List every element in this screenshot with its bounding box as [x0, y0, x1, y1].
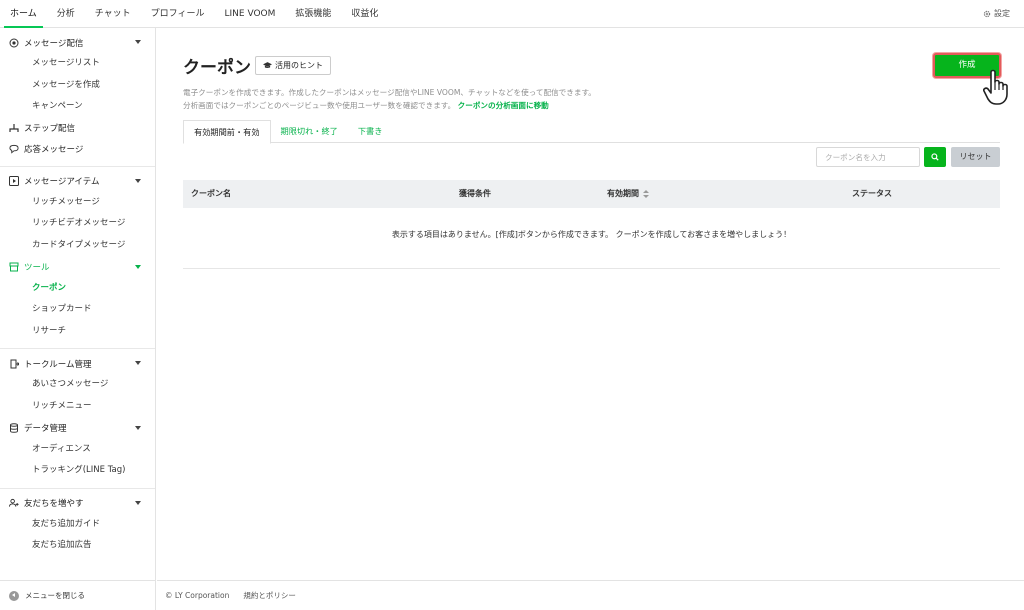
tab-drafts[interactable]: 下書き [348, 120, 393, 142]
sidebar-section-add-friends[interactable]: 友だちを増やす [0, 493, 155, 514]
sidebar-section-data[interactable]: データ管理 [0, 418, 155, 439]
sidebar-item-tracking[interactable]: トラッキング(LINE Tag) [0, 460, 155, 482]
search-button[interactable] [924, 147, 946, 167]
sidebar-section-label: トークルーム管理 [24, 359, 92, 370]
sidebar-section-label: 友だちを増やす [24, 499, 84, 510]
tab-line-voom[interactable]: LINE VOOM [215, 0, 286, 28]
hand-cursor-icon [983, 69, 1008, 105]
sidebar-section-message-items[interactable]: メッセージアイテム [0, 171, 155, 192]
column-acquisition-condition: 獲得条件 [459, 189, 491, 198]
chevron-down-icon [135, 361, 141, 366]
sidebar-section-label: ステップ配信 [24, 124, 76, 135]
policy-link[interactable]: 規約とポリシー [243, 590, 296, 601]
column-status: ステータス [852, 189, 892, 198]
sidebar-item-rich-message[interactable]: リッチメッセージ [0, 192, 155, 214]
tab-profile[interactable]: プロフィール [141, 0, 215, 28]
tab-chat[interactable]: チャット [85, 0, 141, 28]
page-description: 電子クーポンを作成できます。作成したクーポンはメッセージ配信やLINE VOOM… [183, 86, 596, 112]
sidebar-item-coupon[interactable]: クーポン [0, 278, 155, 300]
play-box-icon [9, 176, 19, 187]
description-text: 分析画面ではクーポンごとのページビュー数や使用ユーザー数を確認できます。 [183, 101, 456, 110]
collapse-icon [9, 590, 19, 601]
page-title: クーポン [183, 58, 251, 78]
search-input[interactable] [816, 147, 920, 167]
column-valid-period-sortable[interactable]: 有効期間 [607, 180, 649, 208]
hint-button[interactable]: 活用のヒント [255, 56, 331, 75]
gear-icon [983, 10, 991, 18]
sidebar-section-label: データ管理 [24, 424, 67, 435]
sidebar-section-label: メッセージアイテム [24, 177, 100, 188]
close-menu-label: メニューを閉じる [25, 591, 85, 600]
sidebar-item-create-message[interactable]: メッセージを作成 [0, 75, 155, 97]
empty-state-message: 表示する項目はありません。[作成]ボタンから作成できます。 クーポンを作成してお… [183, 208, 1000, 269]
sidebar-section-label: ツール [24, 263, 50, 274]
top-navigation: ホーム 分析 チャット プロフィール LINE VOOM 拡張機能 収益化 設定 [0, 0, 1024, 28]
broadcast-icon [9, 38, 19, 48]
sort-icon [643, 189, 649, 198]
add-user-icon [9, 498, 19, 508]
tab-extensions[interactable]: 拡張機能 [285, 0, 341, 28]
column-valid-period: 有効期間 [607, 189, 639, 198]
database-icon [9, 423, 19, 433]
step-icon [9, 123, 19, 133]
sidebar-item-rich-menu[interactable]: リッチメニュー [0, 396, 155, 418]
sidebar-item-card-message[interactable]: カードタイプメッセージ [0, 235, 155, 257]
door-icon [9, 359, 19, 369]
sidebar-item-rich-video-message[interactable]: リッチビデオメッセージ [0, 213, 155, 235]
sidebar-section-label: メッセージ配信 [24, 38, 84, 49]
copyright: © LY Corporation [165, 591, 230, 600]
sidebar-section-talkroom[interactable]: トークルーム管理 [0, 353, 155, 374]
column-coupon-name: クーポン名 [191, 189, 231, 198]
sidebar: メッセージ配信 メッセージリスト メッセージを作成 キャンペーン ステップ配信 … [0, 28, 156, 610]
sidebar-item-shop-card[interactable]: ショップカード [0, 299, 155, 321]
description-line-2: 分析画面ではクーポンごとのページビュー数や使用ユーザー数を確認できます。 クーポ… [183, 99, 596, 112]
sidebar-item-friend-ads[interactable]: 友だち追加広告 [0, 535, 155, 557]
sidebar-section-message-delivery[interactable]: メッセージ配信 [0, 32, 155, 53]
sidebar-item-greeting[interactable]: あいさつメッセージ [0, 374, 155, 396]
chevron-down-icon [135, 500, 141, 505]
sidebar-item-friend-guide[interactable]: 友だち追加ガイド [0, 514, 155, 536]
sidebar-item-audience[interactable]: オーディエンス [0, 439, 155, 461]
chat-bubble-icon [9, 144, 19, 154]
chevron-down-icon [135, 264, 141, 269]
coupon-tabs: 有効期間前・有効 期限切れ・終了 下書き [183, 120, 1000, 144]
sidebar-group-items: メッセージアイテム リッチメッセージ リッチビデオメッセージ カードタイプメッセ… [0, 167, 155, 350]
sidebar-item-campaign[interactable]: キャンペーン [0, 96, 155, 118]
sidebar-group-messaging: メッセージ配信 メッセージリスト メッセージを作成 キャンペーン ステップ配信 … [0, 28, 155, 167]
main-content: クーポン 活用のヒント 作成 電子クーポンを作成できます。作成したクーポンはメッ… [157, 28, 1024, 580]
sidebar-group-talkroom: トークルーム管理 あいさつメッセージ リッチメニュー データ管理 オーディエンス… [0, 349, 155, 489]
tab-home[interactable]: ホーム [0, 0, 47, 28]
shop-icon [9, 262, 19, 272]
search-icon [931, 153, 939, 161]
tab-monetization[interactable]: 収益化 [341, 0, 388, 28]
sidebar-group-friends: 友だちを増やす 友だち追加ガイド 友だち追加広告 [0, 489, 155, 563]
sidebar-item-message-list[interactable]: メッセージリスト [0, 53, 155, 75]
sidebar-item-research[interactable]: リサーチ [0, 321, 155, 343]
tab-analytics[interactable]: 分析 [47, 0, 85, 28]
hint-button-label: 活用のヒント [275, 61, 323, 70]
tab-active-coupons[interactable]: 有効期間前・有効 [183, 120, 271, 144]
sidebar-section-step-delivery[interactable]: ステップ配信 [0, 118, 155, 139]
table-header: クーポン名 獲得条件 有効期間 ステータス [183, 180, 1000, 208]
analytics-link[interactable]: クーポンの分析画面に移動 [458, 101, 549, 110]
description-line-1: 電子クーポンを作成できます。作成したクーポンはメッセージ配信やLINE VOOM… [183, 88, 596, 97]
chevron-down-icon [135, 425, 141, 430]
chevron-down-icon [135, 40, 141, 44]
sidebar-section-auto-response[interactable]: 応答メッセージ [0, 139, 155, 160]
tab-expired-coupons[interactable]: 期限切れ・終了 [271, 120, 348, 142]
reset-button[interactable]: リセット [951, 147, 1000, 167]
page-footer: © LY Corporation 規約とポリシー [157, 580, 1024, 610]
settings-label: 設定 [994, 9, 1010, 18]
sidebar-section-tools[interactable]: ツール [0, 257, 155, 278]
close-menu-button[interactable]: メニューを閉じる [0, 580, 155, 610]
graduation-cap-icon [263, 62, 272, 68]
settings-link[interactable]: 設定 [983, 0, 1010, 28]
chevron-down-icon [135, 178, 141, 183]
sidebar-section-label: 応答メッセージ [24, 145, 84, 156]
